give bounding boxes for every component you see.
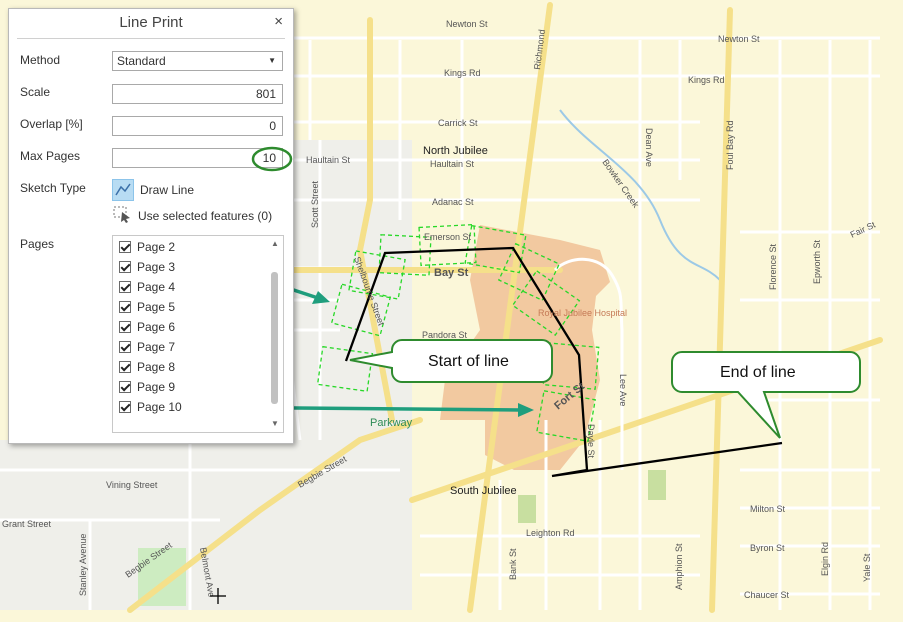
page-item-label: Page 7 xyxy=(137,340,176,354)
street-label-emerson: Emerson St xyxy=(424,232,472,242)
draw-line-option[interactable]: Draw Line xyxy=(112,179,194,201)
label-parkway: Parkway xyxy=(370,417,413,429)
street-label-dayle: Dayle St xyxy=(586,424,596,459)
street-label-leighton: Leighton Rd xyxy=(526,528,575,538)
street-label-grant: Grant Street xyxy=(2,519,52,529)
checkbox-checked-icon[interactable] xyxy=(119,281,131,293)
max-pages-highlight-ring xyxy=(251,146,293,172)
checkbox-checked-icon[interactable] xyxy=(119,301,131,313)
scroll-up-icon[interactable]: ▲ xyxy=(269,238,281,250)
select-features-icon xyxy=(112,205,132,226)
place-label-north-jubilee: North Jubilee xyxy=(423,145,488,157)
page-item-label: Page 10 xyxy=(137,400,182,414)
page-item[interactable]: Page 6 xyxy=(119,320,175,334)
street-label-amphion: Amphion St xyxy=(674,543,684,590)
checkbox-checked-icon[interactable] xyxy=(119,261,131,273)
street-label-milton: Milton St xyxy=(750,504,786,514)
checkbox-checked-icon[interactable] xyxy=(119,361,131,373)
street-label-yale: Yale St xyxy=(862,553,872,582)
park-area-3 xyxy=(648,470,666,500)
callout-end-text: End of line xyxy=(720,364,796,381)
checkbox-checked-icon[interactable] xyxy=(119,321,131,333)
page-item[interactable]: Page 4 xyxy=(119,280,175,294)
checkbox-checked-icon[interactable] xyxy=(119,241,131,253)
scroll-down-icon[interactable]: ▼ xyxy=(269,418,281,430)
method-value: Standard xyxy=(117,54,166,68)
place-label-hospital: Royal Jubilee Hospital xyxy=(538,308,627,318)
draw-line-icon xyxy=(112,179,134,201)
street-label-bank: Bank St xyxy=(508,548,518,580)
scrollbar-thumb[interactable] xyxy=(271,272,278,404)
page-item-label: Page 9 xyxy=(137,380,176,394)
overlap-label: Overlap [%] xyxy=(20,117,83,131)
street-label-epworth: Epworth St xyxy=(812,239,822,284)
street-label-newton-west: Newton St xyxy=(446,19,488,29)
pages-label: Pages xyxy=(20,237,55,251)
page-item-label: Page 5 xyxy=(137,300,176,314)
page-item-label: Page 4 xyxy=(137,280,176,294)
street-label-elgin: Elgin Rd xyxy=(820,542,830,576)
street-label-bay: Bay St xyxy=(434,267,469,279)
street-label-kings-east: Kings Rd xyxy=(688,75,725,85)
sketch-type-label: Sketch Type xyxy=(20,181,86,195)
close-icon[interactable]: × xyxy=(274,13,283,30)
page-item-label: Page 2 xyxy=(137,240,176,254)
scale-label: Scale xyxy=(20,85,51,99)
panel-title: Line Print xyxy=(119,14,183,31)
street-label-kings-west: Kings Rd xyxy=(444,68,481,78)
street-label-foul-bay: Foul Bay Rd xyxy=(725,120,735,170)
draw-line-label: Draw Line xyxy=(140,183,195,197)
use-selected-features-label: Use selected features (0) xyxy=(138,208,273,223)
street-label-adanac: Adanac St xyxy=(432,197,474,207)
park-area-2 xyxy=(518,495,536,523)
street-label-chaucer: Chaucer St xyxy=(744,590,790,600)
overlap-input[interactable]: 0 xyxy=(112,116,283,136)
street-label-carrick: Carrick St xyxy=(438,118,478,128)
pages-list[interactable]: Page 2 Page 3 Page 4 Page 5 Page 6 Page … xyxy=(112,235,284,433)
chevron-down-icon: ▼ xyxy=(268,56,276,65)
page-item[interactable]: Page 8 xyxy=(119,360,175,374)
page-item[interactable]: Page 9 xyxy=(119,380,175,394)
max-pages-label: Max Pages xyxy=(20,149,81,163)
page-item[interactable]: Page 2 xyxy=(119,240,175,254)
street-label-newton-east: Newton St xyxy=(718,34,760,44)
street-label-scott: Scott Street xyxy=(310,180,320,228)
street-label-haultain-east: Haultain St xyxy=(430,159,475,169)
page-item[interactable]: Page 5 xyxy=(119,300,175,314)
line-print-panel: Line Print × Method Standard ▼ Scale 801… xyxy=(8,8,294,444)
street-label-haultain-west: Haultain St xyxy=(306,155,351,165)
pages-scrollbar[interactable]: ▲ ▼ xyxy=(269,238,281,430)
page-item-label: Page 3 xyxy=(137,260,176,274)
page-item[interactable]: Page 3 xyxy=(119,260,175,274)
callout-start-text: Start of line xyxy=(428,353,509,370)
title-divider xyxy=(17,38,285,39)
street-label-pandora: Pandora St xyxy=(422,330,468,340)
checkbox-checked-icon[interactable] xyxy=(119,341,131,353)
street-label-vining: Vining Street xyxy=(106,480,158,490)
street-label-stanley: Stanley Avenue xyxy=(78,534,88,596)
place-label-south-jubilee: South Jubilee xyxy=(450,485,517,497)
checkbox-checked-icon[interactable] xyxy=(119,401,131,413)
page-item-label: Page 6 xyxy=(137,320,176,334)
street-label-byron: Byron St xyxy=(750,543,785,553)
checkbox-checked-icon[interactable] xyxy=(119,381,131,393)
use-selected-features-option[interactable]: Use selected features (0) xyxy=(112,205,272,226)
street-label-lee: Lee Ave xyxy=(618,374,628,406)
method-label: Method xyxy=(20,53,61,67)
scale-input[interactable]: 801 xyxy=(112,84,283,104)
method-select[interactable]: Standard ▼ xyxy=(112,51,283,71)
street-label-dean: Dean Ave xyxy=(644,128,654,167)
page-item[interactable]: Page 10 xyxy=(119,400,182,414)
page-item[interactable]: Page 7 xyxy=(119,340,175,354)
street-label-florence: Florence St xyxy=(768,243,778,290)
page-item-label: Page 8 xyxy=(137,360,176,374)
